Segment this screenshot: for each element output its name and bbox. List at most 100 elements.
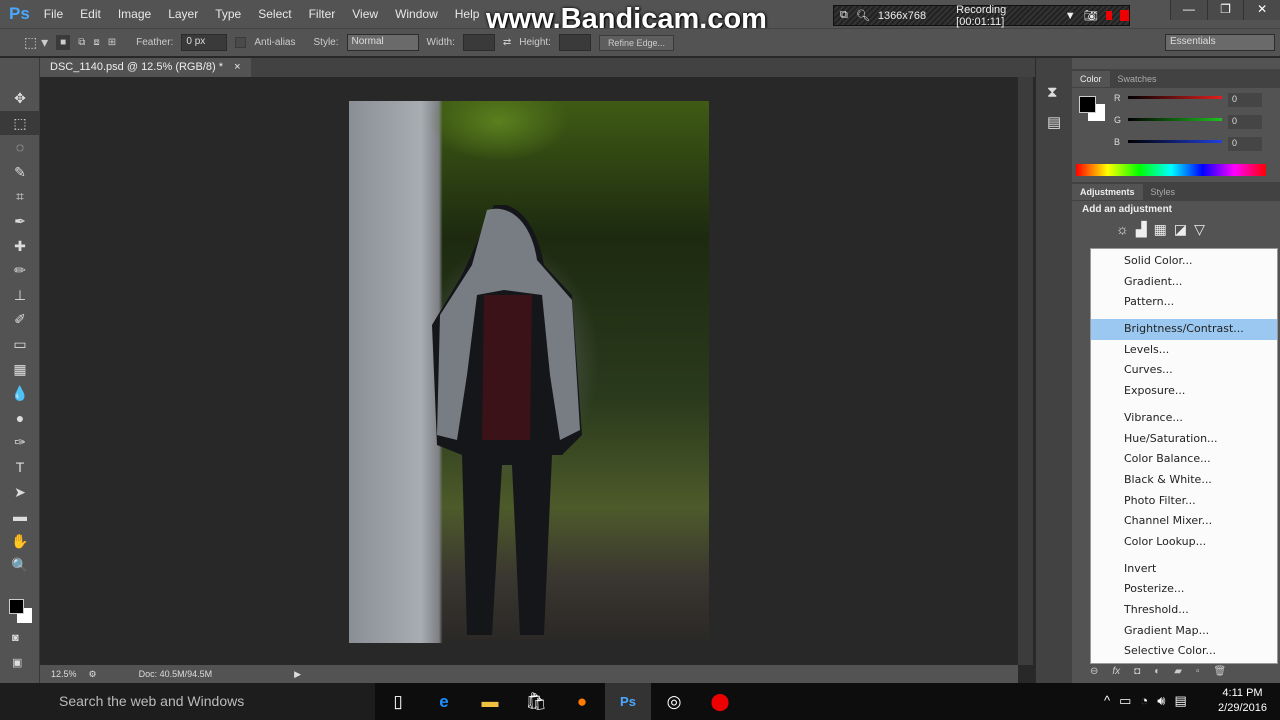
eyedropper-tool-icon[interactable]: ✒ xyxy=(0,209,40,234)
quick-mask-icon[interactable]: ◙ xyxy=(12,632,19,644)
marquee-preset-icon[interactable]: ⬚ ▾ xyxy=(24,34,48,51)
bandicam-icon[interactable]: ⬤ xyxy=(697,683,743,720)
feather-input[interactable]: 0 px xyxy=(181,34,228,51)
menu-item-gradient-map[interactable]: Gradient Map... xyxy=(1091,621,1277,642)
menu-item-invert[interactable]: Invert xyxy=(1091,559,1277,580)
close-button[interactable]: ✕ xyxy=(1243,0,1280,20)
brightness-icon[interactable]: ☼ xyxy=(1116,221,1129,238)
marquee-tool-icon[interactable]: ⬚ xyxy=(0,110,40,136)
new-layer-icon[interactable]: ▫ xyxy=(1196,666,1200,683)
width-input[interactable] xyxy=(462,34,495,51)
stop-icon[interactable] xyxy=(1119,10,1129,21)
channel-value-input[interactable]: 0 xyxy=(1228,137,1262,151)
menu-item-channel-mixer[interactable]: Channel Mixer... xyxy=(1091,511,1277,532)
channel-slider[interactable] xyxy=(1128,140,1222,143)
menu-item-photo-filter[interactable]: Photo Filter... xyxy=(1091,491,1277,512)
menu-select[interactable]: Select xyxy=(258,7,291,21)
tab-swatches[interactable]: Swatches xyxy=(1110,71,1165,87)
trash-icon[interactable]: 🗑︎ xyxy=(1214,666,1227,683)
edge-icon[interactable]: e xyxy=(421,683,467,720)
menu-item-threshold[interactable]: Threshold... xyxy=(1091,600,1277,621)
menu-item-pattern[interactable]: Pattern... xyxy=(1091,292,1277,313)
zoom-level[interactable]: 12.5% xyxy=(51,669,77,679)
photoshop-taskbar-icon[interactable]: Ps xyxy=(605,683,651,720)
menu-item-solid-color[interactable]: Solid Color... xyxy=(1091,251,1277,272)
tab-color[interactable]: Color xyxy=(1072,70,1110,87)
quick-select-tool-icon[interactable]: ✎ xyxy=(0,160,40,185)
window-icon[interactable]: ⧉ xyxy=(840,9,848,22)
subtract-selection-icon[interactable]: ⧈ xyxy=(93,37,99,48)
gradient-tool-icon[interactable]: ▦ xyxy=(0,357,40,382)
menu-image[interactable]: Image xyxy=(118,7,151,21)
zoom-tool-icon[interactable]: 🔍 xyxy=(0,553,40,578)
menu-filter[interactable]: Filter xyxy=(309,7,336,21)
height-input[interactable] xyxy=(558,34,591,51)
levels-icon[interactable]: ▟ xyxy=(1136,221,1147,238)
new-group-icon[interactable]: ▰ xyxy=(1174,666,1182,683)
store-icon[interactable]: 🛍︎ xyxy=(513,683,559,720)
menu-item-color-lookup[interactable]: Color Lookup... xyxy=(1091,532,1277,553)
menu-type[interactable]: Type xyxy=(215,7,241,21)
menu-item-color-balance[interactable]: Color Balance... xyxy=(1091,449,1277,470)
add-selection-icon[interactable]: ⧉ xyxy=(78,37,85,48)
battery-icon[interactable]: ▭ xyxy=(1119,693,1131,709)
menu-item-vibrance[interactable]: Vibrance... xyxy=(1091,408,1277,429)
crop-tool-icon[interactable]: ⌗ xyxy=(0,184,40,209)
media-player-icon[interactable]: ◎ xyxy=(651,683,697,720)
type-tool-icon[interactable]: T xyxy=(0,455,40,480)
new-selection-icon[interactable]: ■ xyxy=(56,35,71,50)
gradient-icon[interactable]: ▽ xyxy=(1194,221,1205,238)
pause-icon[interactable] xyxy=(1105,11,1112,20)
style-select[interactable]: Normal xyxy=(346,34,419,51)
menu-window[interactable]: Window xyxy=(395,7,438,21)
dodge-tool-icon[interactable]: ● xyxy=(0,406,40,431)
blur-tool-icon[interactable]: 💧 xyxy=(0,381,40,406)
menu-item-brightness-contrast[interactable]: Brightness/Contrast... xyxy=(1091,319,1277,340)
color-spectrum-bar[interactable] xyxy=(1076,164,1266,176)
antialias-checkbox[interactable] xyxy=(235,37,247,48)
channel-slider[interactable] xyxy=(1128,96,1222,99)
restore-button[interactable]: ❐ xyxy=(1206,0,1244,20)
lasso-tool-icon[interactable]: ◌ xyxy=(0,135,40,160)
menu-item-gradient[interactable]: Gradient... xyxy=(1091,272,1277,293)
volume-icon[interactable]: 🔊︎ xyxy=(1157,693,1165,709)
properties-icon[interactable]: ▤ xyxy=(1047,113,1072,131)
camera-icon[interactable]: 📷︎ xyxy=(1084,9,1098,22)
channel-slider[interactable] xyxy=(1128,118,1222,121)
stamp-tool-icon[interactable]: ⊥ xyxy=(0,283,40,308)
channel-value-input[interactable]: 0 xyxy=(1228,115,1262,129)
channel-value-input[interactable]: 0 xyxy=(1228,93,1262,107)
tab-adjustments[interactable]: Adjustments xyxy=(1072,183,1143,200)
new-adjustment-icon[interactable]: ◐ xyxy=(1154,666,1160,683)
history-brush-tool-icon[interactable]: ✐ xyxy=(0,307,40,332)
notifications-icon[interactable]: ▤ xyxy=(1174,693,1186,709)
curves-icon[interactable]: ▦ xyxy=(1154,221,1167,238)
search-icon[interactable]: 🔍︎ xyxy=(856,9,870,22)
history-icon[interactable]: ⧗ xyxy=(1047,84,1072,101)
tab-styles[interactable]: Styles xyxy=(1143,184,1184,200)
minimize-button[interactable]: — xyxy=(1170,0,1207,20)
menu-view[interactable]: View xyxy=(352,7,378,21)
menu-file[interactable]: File xyxy=(44,7,63,21)
foreground-color-swatch[interactable] xyxy=(9,599,24,614)
exposure-icon[interactable]: ◪ xyxy=(1174,221,1187,238)
menu-item-posterize[interactable]: Posterize... xyxy=(1091,579,1277,600)
brush-tool-icon[interactable]: ✏ xyxy=(0,258,40,283)
menu-edit[interactable]: Edit xyxy=(80,7,101,21)
menu-item-curves[interactable]: Curves... xyxy=(1091,360,1277,381)
eraser-tool-icon[interactable]: ▭ xyxy=(0,332,40,357)
menu-help[interactable]: Help xyxy=(455,7,480,21)
vertical-scrollbar[interactable] xyxy=(1018,77,1033,665)
pen-tool-icon[interactable]: ✑ xyxy=(0,430,40,455)
menu-item-selective-color[interactable]: Selective Color... xyxy=(1091,641,1277,662)
close-tab-icon[interactable]: × xyxy=(234,61,240,73)
fx-icon[interactable]: fx xyxy=(1112,666,1120,683)
firefox-icon[interactable]: ● xyxy=(559,683,605,720)
intersect-selection-icon[interactable]: ⊞ xyxy=(108,37,116,48)
path-select-tool-icon[interactable]: ➤ xyxy=(0,480,40,505)
show-hidden-icons[interactable]: ^ xyxy=(1104,693,1110,709)
refine-edge-button[interactable]: Refine Edge... xyxy=(598,34,674,51)
hand-tool-icon[interactable]: ✋ xyxy=(0,529,40,554)
file-explorer-icon[interactable]: ▬ xyxy=(467,683,513,720)
healing-tool-icon[interactable]: ✚ xyxy=(0,234,40,259)
